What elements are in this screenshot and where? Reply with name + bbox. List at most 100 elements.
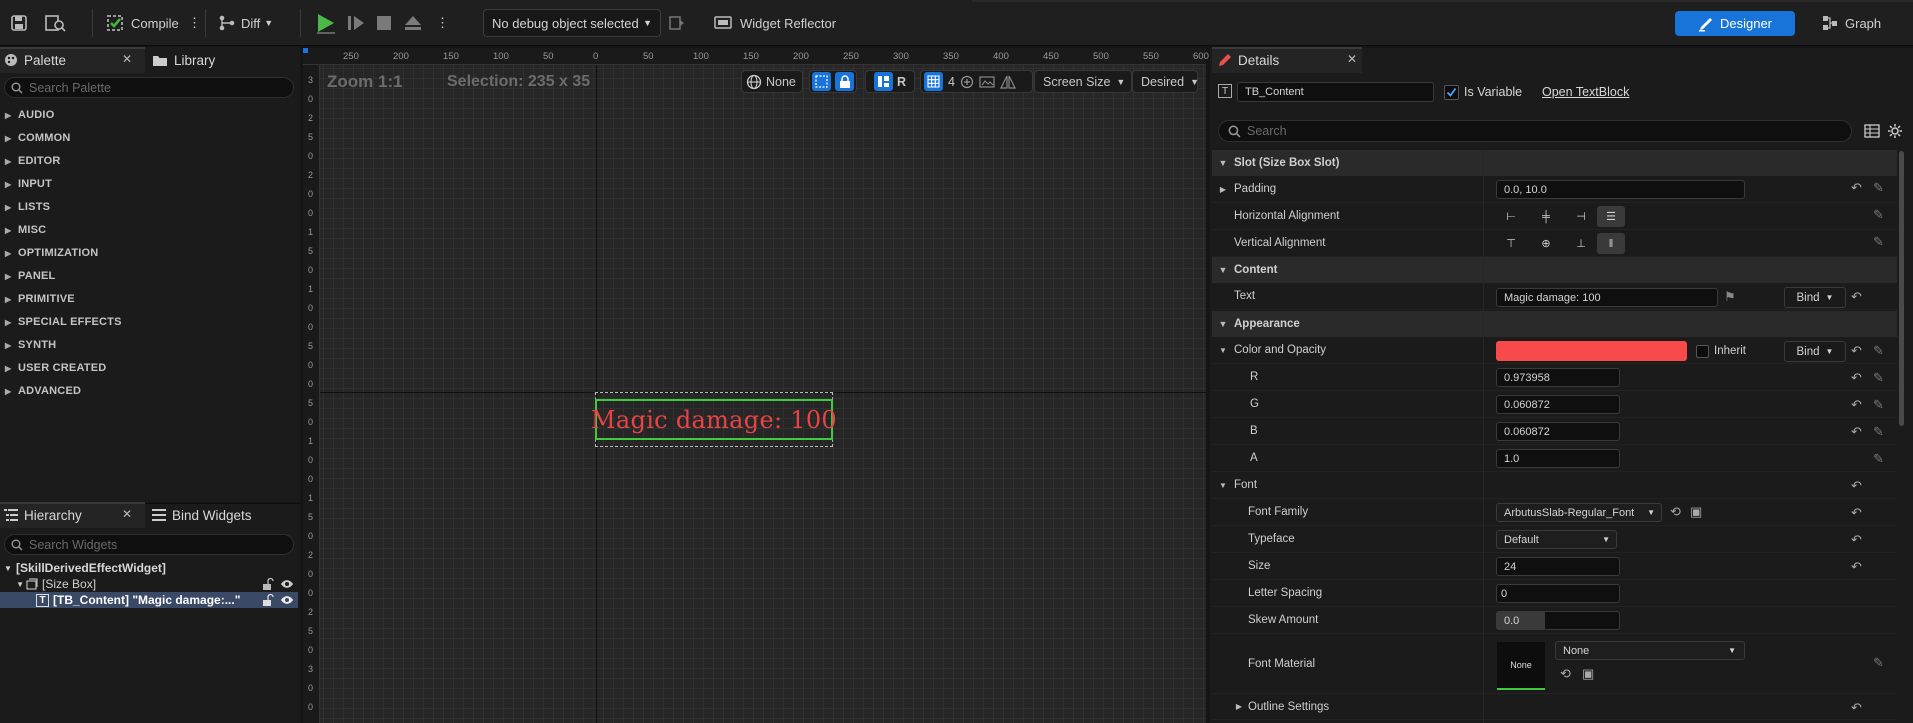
keyframe-icon[interactable]: ✎ — [1873, 234, 1884, 250]
inherit-checkbox[interactable] — [1696, 345, 1709, 361]
browse-asset-icon[interactable] — [44, 9, 66, 37]
palette-search-input[interactable]: Search Palette — [4, 77, 294, 98]
save-icon[interactable] — [10, 9, 28, 37]
color-bind-button[interactable]: Bind ▼ — [1784, 341, 1846, 362]
expand-arrow-icon[interactable]: ▼ — [1212, 346, 1234, 355]
palette-category[interactable]: ▶ MISC — [0, 219, 298, 241]
row-outline-settings[interactable]: ▶ Outline Settings — [1212, 694, 1897, 720]
is-variable-checkbox[interactable] — [1444, 85, 1459, 100]
eye-icon[interactable] — [280, 594, 294, 606]
halign-left-icon[interactable]: ⊢ — [1497, 206, 1525, 227]
reset-arrow-icon[interactable]: ↶ — [1851, 397, 1862, 413]
designer-canvas[interactable] — [303, 48, 1206, 723]
palette-category[interactable]: ▶ INPUT — [0, 173, 298, 195]
font-material-select[interactable]: None ▼ — [1555, 641, 1745, 660]
reset-arrow-icon[interactable]: ↶ — [1851, 505, 1862, 521]
halign-fill-icon[interactable]: ☰ — [1597, 206, 1625, 227]
palette-category[interactable]: ▶ USER CREATED — [0, 357, 298, 379]
color-swatch[interactable] — [1496, 341, 1687, 361]
valign-fill-icon[interactable]: ‖ — [1597, 233, 1625, 254]
unlock-icon[interactable] — [262, 594, 274, 606]
graph-mode-button[interactable]: Graph — [1822, 9, 1881, 37]
browse-icon[interactable]: ▣ — [1582, 666, 1594, 682]
keyframe-icon[interactable]: ✎ — [1873, 655, 1884, 671]
table-view-icon[interactable] — [1864, 123, 1880, 139]
color-r-input[interactable]: 0.973958 — [1496, 368, 1620, 387]
palette-category[interactable]: ▶ SYNTH — [0, 334, 298, 356]
reset-arrow-icon[interactable]: ↶ — [1851, 370, 1862, 386]
reset-arrow-icon[interactable]: ↶ — [1851, 478, 1862, 494]
layout-transform-toggle[interactable]: R — [865, 70, 915, 93]
eye-icon[interactable] — [280, 578, 294, 590]
halign-right-icon[interactable]: ⊣ — [1567, 206, 1595, 227]
reset-arrow-icon[interactable]: ↶ — [1851, 532, 1862, 548]
grid-snap-group[interactable]: 4 — [920, 70, 1033, 93]
valign-top-icon[interactable]: ⊤ — [1497, 233, 1525, 254]
size-input[interactable]: 24 — [1496, 557, 1620, 576]
expand-arrow-icon[interactable]: ▼ — [1212, 481, 1234, 490]
padding-input[interactable]: 0.0, 10.0 — [1496, 180, 1745, 199]
palette-category[interactable]: ▶ EDITOR — [0, 150, 298, 172]
section-slot[interactable]: ▼ Slot (Size Box Slot) — [1212, 150, 1897, 176]
tab-bind-widgets[interactable]: Bind Widgets — [152, 502, 252, 528]
text-bind-button[interactable]: Bind ▼ — [1784, 287, 1846, 308]
localization-flag-icon[interactable]: ⚑ — [1724, 289, 1736, 305]
close-icon[interactable]: ✕ — [1347, 52, 1357, 66]
designer-mode-button[interactable]: Designer — [1675, 11, 1795, 36]
tab-palette[interactable]: Palette — [4, 47, 66, 73]
image-icon[interactable] — [979, 75, 995, 89]
compile-options-icon[interactable]: ⋮ — [188, 9, 201, 37]
details-scrollbar[interactable] — [1899, 151, 1904, 426]
keyframe-icon[interactable]: ✎ — [1873, 370, 1884, 386]
reset-arrow-icon[interactable]: ↶ — [1851, 700, 1862, 716]
typeface-select[interactable]: Default ▼ — [1496, 530, 1617, 549]
section-content[interactable]: ▼ Content — [1212, 257, 1897, 283]
text-input[interactable]: Magic damage: 100 — [1496, 288, 1718, 307]
reset-arrow-icon[interactable]: ↶ — [1851, 180, 1862, 196]
color-b-input[interactable]: 0.060872 — [1496, 422, 1620, 441]
debug-browse-icon[interactable] — [668, 9, 686, 37]
palette-category[interactable]: ▶ PANEL — [0, 265, 298, 287]
keyframe-icon[interactable]: ✎ — [1873, 207, 1884, 223]
widget-name-input[interactable]: TB_Content — [1237, 82, 1434, 102]
reset-arrow-icon[interactable]: ↶ — [1851, 559, 1862, 575]
use-selected-icon[interactable]: ⟲ — [1560, 666, 1571, 682]
unlock-icon[interactable] — [262, 578, 274, 590]
palette-category[interactable]: ▶ COMMON — [0, 127, 298, 149]
details-search-input[interactable]: Search — [1218, 120, 1852, 142]
play-options-icon[interactable]: ⋮ — [436, 9, 449, 37]
valign-bottom-icon[interactable]: ⊥ — [1567, 233, 1595, 254]
step-button[interactable] — [345, 9, 367, 37]
keyframe-icon[interactable]: ✎ — [1873, 180, 1884, 196]
fill-screen-select[interactable]: Desired ▼ — [1132, 70, 1199, 93]
browse-icon[interactable]: ▣ — [1690, 504, 1702, 520]
palette-category[interactable]: ▶ ADVANCED — [0, 380, 298, 402]
reset-arrow-icon[interactable]: ↶ — [1851, 424, 1862, 440]
screen-size-select[interactable]: Screen Size ▼ — [1034, 70, 1132, 93]
tab-hierarchy[interactable]: Hierarchy — [4, 502, 82, 528]
use-selected-icon[interactable]: ⟲ — [1670, 504, 1681, 520]
reset-arrow-icon[interactable]: ↶ — [1851, 289, 1862, 305]
palette-category[interactable]: ▶ SPECIAL EFFECTS — [0, 311, 298, 333]
tree-item-size-box[interactable]: ▼ [Size Box] — [0, 576, 298, 592]
keyframe-icon[interactable]: ✎ — [1873, 343, 1884, 359]
compile-button[interactable]: Compile — [105, 9, 179, 37]
section-appearance[interactable]: ▼ Appearance — [1212, 311, 1897, 337]
keyframe-icon[interactable]: ✎ — [1873, 397, 1884, 413]
selected-text-block[interactable]: Magic damage: 100 — [591, 399, 837, 440]
tree-item-tb-content[interactable]: T [TB_Content] "Magic damage:..." — [0, 592, 298, 608]
font-material-thumbnail[interactable]: None — [1497, 642, 1545, 690]
skew-amount-input[interactable]: 0.0 — [1496, 611, 1620, 630]
hierarchy-search-input[interactable]: Search Widgets — [4, 534, 294, 555]
tab-details[interactable]: Details — [1218, 47, 1279, 73]
flip-icon[interactable] — [999, 75, 1016, 89]
keyframe-icon[interactable]: ✎ — [1873, 424, 1884, 440]
settings-gear-icon[interactable] — [1887, 123, 1903, 139]
palette-category[interactable]: ▶ OPTIMIZATION — [0, 242, 298, 264]
close-icon[interactable]: ✕ — [122, 52, 132, 66]
stop-button[interactable] — [374, 9, 394, 37]
keyframe-icon[interactable]: ✎ — [1873, 451, 1884, 467]
color-g-input[interactable]: 0.060872 — [1496, 395, 1620, 414]
reset-arrow-icon[interactable]: ↶ — [1851, 343, 1862, 359]
expand-arrow-icon[interactable]: ▶ — [1212, 185, 1234, 194]
